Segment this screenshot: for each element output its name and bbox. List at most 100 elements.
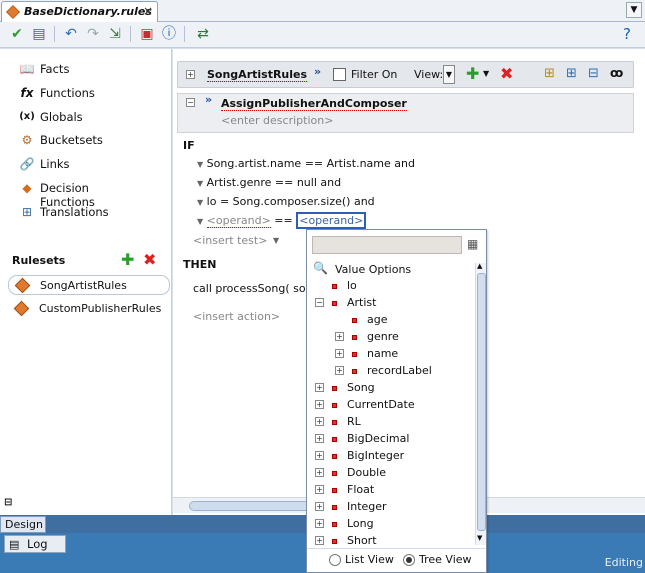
scroll-down-icon[interactable]: ▼ xyxy=(477,534,482,542)
redo-icon[interactable]: ↷ xyxy=(84,25,102,43)
tab-base-dictionary[interactable]: BaseDictionary.rules × xyxy=(1,1,158,22)
condition-operator[interactable]: = xyxy=(220,195,229,208)
functions-icon: fx xyxy=(20,86,34,100)
expand-node-icon[interactable]: + xyxy=(315,485,324,494)
dictionary-icon[interactable]: ▤ xyxy=(30,25,48,43)
search-icon: 🔍 xyxy=(313,261,328,275)
expand-node-icon[interactable]: + xyxy=(315,468,324,477)
condition-lhs[interactable]: Artist.genre xyxy=(207,176,272,189)
tree-view-radio[interactable] xyxy=(403,554,415,566)
expand-node-icon[interactable]: + xyxy=(315,400,324,409)
condition-rhs[interactable]: null xyxy=(297,176,317,189)
validate-icon[interactable]: ✔ xyxy=(8,25,26,43)
popup-divider xyxy=(307,548,486,549)
add-rule-icon[interactable]: ✚ xyxy=(466,64,479,83)
close-tab-icon[interactable]: × xyxy=(143,4,153,18)
condition-dropdown-icon[interactable]: ▼ xyxy=(197,160,203,169)
filter-checkbox[interactable] xyxy=(333,68,346,81)
condition-operator[interactable]: == xyxy=(275,176,293,189)
expand-node-icon[interactable]: + xyxy=(315,383,324,392)
expand-node-icon[interactable]: + xyxy=(335,349,344,358)
rulesets-heading: Rulesets xyxy=(12,254,66,267)
tab-list-dropdown-icon[interactable]: ▼ xyxy=(626,2,642,18)
operand-right[interactable]: <operand> xyxy=(296,212,367,229)
tree-item-label: CurrentDate xyxy=(347,398,415,411)
condition-row[interactable]: ▼ Song.artist.name == Artist.name and xyxy=(197,157,415,170)
undo-icon[interactable]: ↶ xyxy=(62,25,80,43)
expand-node-icon[interactable]: + xyxy=(335,366,344,375)
condition-row[interactable]: ▼ lo = Song.composer.size() and xyxy=(197,195,375,208)
condition-lhs[interactable]: lo xyxy=(207,195,217,208)
field-icon xyxy=(332,539,337,544)
rule-expand-icon[interactable]: » xyxy=(205,93,212,106)
condition-dropdown-icon[interactable]: ▼ xyxy=(197,217,203,226)
expand-icon[interactable]: ⊞ xyxy=(566,66,577,81)
expand-node-icon[interactable]: + xyxy=(315,417,324,426)
scrollbar-thumb[interactable] xyxy=(477,273,486,531)
delete-ruleset-icon[interactable]: ✖ xyxy=(143,250,156,269)
condition-lhs[interactable]: Song.artist.name xyxy=(207,157,302,170)
rule-name[interactable]: AssignPublisherAndComposer xyxy=(221,97,407,111)
expand-node-icon[interactable]: + xyxy=(315,434,324,443)
tree-item-label: recordLabel xyxy=(367,364,432,377)
tree-icon[interactable]: ⊞ xyxy=(544,66,555,81)
ruleset-label: SongArtistRules xyxy=(40,279,127,292)
condition-conjunction[interactable]: and xyxy=(320,176,341,189)
condition-rhs[interactable]: Artist.name xyxy=(327,157,391,170)
then-label: THEN xyxy=(183,258,217,271)
glasses-icon[interactable]: ꝏ xyxy=(610,66,623,80)
condition-rhs[interactable]: Song.composer.size() xyxy=(233,195,351,208)
condition-dropdown-icon[interactable]: ▼ xyxy=(197,179,203,188)
export-icon[interactable]: ⇲ xyxy=(106,25,124,43)
operand-left[interactable]: <operand> xyxy=(206,214,271,228)
log-label: Log xyxy=(27,537,48,551)
collapse-icon[interactable]: ⊟ xyxy=(588,66,599,81)
delete-rule-icon[interactable]: ✖ xyxy=(500,64,513,83)
condition-operator[interactable]: == xyxy=(274,214,292,227)
expand-node-icon[interactable]: + xyxy=(315,502,324,511)
status-text: Editing xyxy=(604,556,643,569)
popup-scrollbar[interactable]: ▲ ▼ xyxy=(475,262,486,545)
insert-test-dropdown-icon[interactable]: ▼ xyxy=(273,236,279,245)
add-rule-dropdown-icon[interactable]: ▼ xyxy=(483,69,489,78)
help-icon[interactable]: ? xyxy=(618,25,636,43)
action-row[interactable]: call processSong( so xyxy=(193,282,306,295)
expand-node-icon[interactable]: + xyxy=(315,536,324,545)
report-icon[interactable]: ▣ xyxy=(138,25,156,43)
field-icon xyxy=(332,403,337,408)
insert-test[interactable]: <insert test> xyxy=(193,234,267,247)
insert-action[interactable]: <insert action> xyxy=(193,310,280,323)
collapse-node-icon[interactable]: − xyxy=(315,298,324,307)
value-search-input[interactable] xyxy=(312,236,462,254)
condition-conjunction[interactable]: and xyxy=(354,195,375,208)
calculator-icon[interactable]: ▦ xyxy=(467,237,478,251)
list-view-radio[interactable] xyxy=(329,554,341,566)
ruleset-item-custompublisherrules[interactable]: CustomPublisherRules xyxy=(8,299,170,319)
condition-dropdown-icon[interactable]: ▼ xyxy=(197,198,203,207)
bucketsets-icon: ⚙ xyxy=(21,133,33,147)
expand-node-icon[interactable]: + xyxy=(335,332,344,341)
collapse-rule-icon[interactable]: − xyxy=(186,98,195,107)
nav-label: Facts xyxy=(40,62,70,76)
condition-conjunction[interactable]: and xyxy=(394,157,415,170)
toolbar-separator xyxy=(54,26,55,42)
test-icon[interactable]: ⇄ xyxy=(194,25,212,43)
expand-node-icon[interactable]: + xyxy=(315,451,324,460)
tab-log[interactable]: ▤ Log xyxy=(4,535,66,553)
collapse-ruleset-icon[interactable]: + xyxy=(186,70,195,79)
view-dropdown[interactable]: ▼ xyxy=(443,65,455,84)
condition-operator[interactable]: == xyxy=(305,157,323,170)
field-icon xyxy=(332,454,337,459)
collapse-panel-icon[interactable]: ⊟ xyxy=(4,497,12,508)
tab-design[interactable]: Design xyxy=(0,516,46,533)
expand-node-icon[interactable]: + xyxy=(315,519,324,528)
info-icon[interactable]: ⓘ xyxy=(160,25,178,43)
scroll-up-icon[interactable]: ▲ xyxy=(477,262,482,270)
ruleset-item-songartistrules[interactable]: SongArtistRules xyxy=(8,275,170,295)
expand-all-icon[interactable]: » xyxy=(314,65,321,78)
condition-row[interactable]: ▼ Artist.genre == null and xyxy=(197,176,341,189)
rule-description[interactable]: <enter description> xyxy=(221,114,333,127)
tree-item-label: age xyxy=(367,313,388,326)
add-ruleset-icon[interactable]: ✚ xyxy=(121,250,134,269)
condition-row-new[interactable]: ▼ <operand> == <operand> xyxy=(197,212,367,229)
